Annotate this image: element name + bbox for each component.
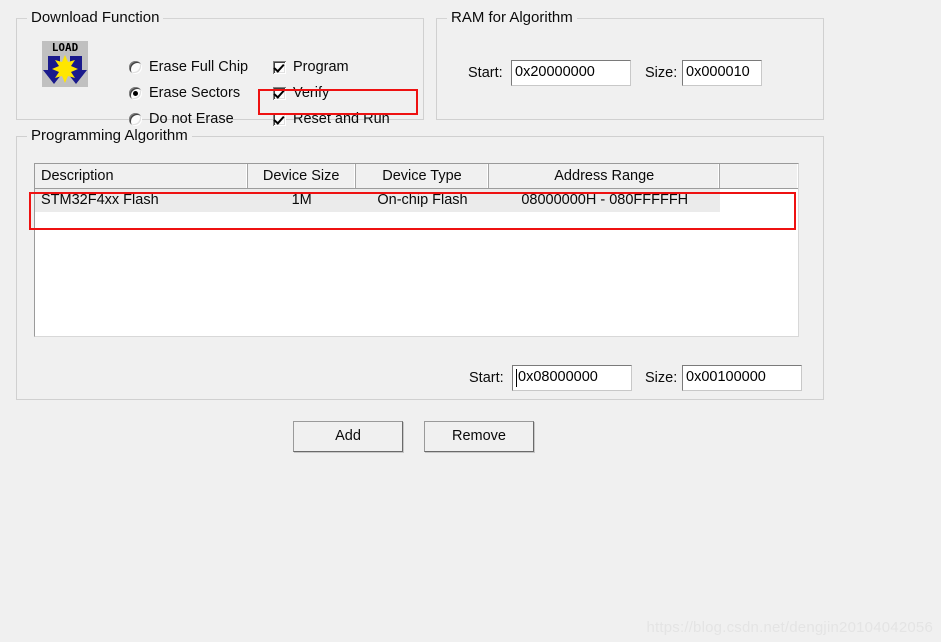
radio-erase-sectors[interactable]: Erase Sectors: [129, 85, 240, 101]
column-header-spacer[interactable]: [720, 164, 798, 188]
cell-spacer: [720, 189, 798, 212]
flash-start-label: Start:: [469, 370, 504, 386]
cell-device-size: 1M: [291, 192, 312, 208]
radio-erase-full-chip-label: Erase Full Chip: [149, 59, 249, 75]
download-function-legend: Download Function: [27, 9, 164, 27]
cell-device-type: On-chip Flash: [377, 192, 468, 208]
column-header-address-range[interactable]: Address Range: [489, 164, 721, 188]
column-header-description[interactable]: Description: [35, 164, 248, 188]
programming-algorithm-legend: Programming Algorithm: [27, 127, 192, 145]
checkbox-verify-indicator[interactable]: [273, 86, 286, 100]
cell-description: STM32F4xx Flash: [41, 192, 159, 208]
radio-do-not-erase-indicator[interactable]: [129, 112, 142, 126]
ram-for-algorithm-group: RAM for Algorithm Start: 0x20000000 Size…: [436, 9, 824, 120]
programming-algorithm-group: Programming Algorithm Description Device…: [16, 127, 824, 400]
cell-address-range: 08000000H - 080FFFFFH: [521, 192, 689, 208]
radio-do-not-erase-label: Do not Erase: [149, 111, 234, 127]
radio-erase-sectors-label: Erase Sectors: [149, 85, 241, 101]
flash-size-label: Size:: [645, 370, 678, 386]
load-arrows-icon: [43, 55, 87, 84]
flash-start-value: 0x08000000: [518, 369, 598, 385]
watermark-text: https://blog.csdn.net/dengjin20104042056: [646, 619, 933, 636]
remove-button[interactable]: Remove: [424, 421, 534, 452]
column-header-device-type[interactable]: Device Type: [356, 164, 490, 188]
checkbox-verify-label: Verify: [293, 85, 330, 101]
ram-start-input[interactable]: 0x20000000: [511, 60, 631, 86]
radio-erase-full-chip-indicator[interactable]: [129, 60, 142, 74]
ram-size-input[interactable]: 0x000010: [682, 60, 762, 86]
flash-start-input[interactable]: 0x08000000: [512, 365, 632, 391]
add-button[interactable]: Add: [293, 421, 403, 452]
radio-do-not-erase[interactable]: Do not Erase: [129, 111, 234, 127]
checkbox-reset-and-run[interactable]: Reset and Run: [273, 111, 390, 127]
algorithm-table-header: Description Device Size Device Type Addr…: [35, 164, 798, 189]
checkbox-reset-and-run-label: Reset and Run: [293, 111, 390, 127]
checkbox-verify[interactable]: Verify: [273, 85, 329, 101]
flash-size-input[interactable]: 0x00100000: [682, 365, 802, 391]
checkbox-program-label: Program: [293, 59, 349, 75]
load-icon: LOAD: [42, 41, 88, 87]
column-header-device-size[interactable]: Device Size: [248, 164, 356, 188]
algorithm-list[interactable]: Description Device Size Device Type Addr…: [34, 163, 799, 337]
ram-start-label: Start:: [468, 65, 503, 81]
ram-size-label: Size:: [645, 65, 678, 81]
checkbox-program[interactable]: Program: [273, 59, 349, 75]
checkbox-program-indicator[interactable]: [273, 60, 286, 74]
ram-for-algorithm-legend: RAM for Algorithm: [447, 9, 577, 27]
checkbox-reset-and-run-indicator[interactable]: [273, 112, 286, 126]
table-row[interactable]: STM32F4xx Flash 1M On-chip Flash 0800000…: [35, 189, 798, 212]
download-function-group: Download Function LOAD Erase Full Chip E…: [16, 9, 424, 127]
radio-erase-full-chip[interactable]: Erase Full Chip: [129, 59, 248, 75]
load-icon-text: LOAD: [51, 41, 79, 54]
radio-erase-sectors-indicator[interactable]: [129, 86, 142, 100]
